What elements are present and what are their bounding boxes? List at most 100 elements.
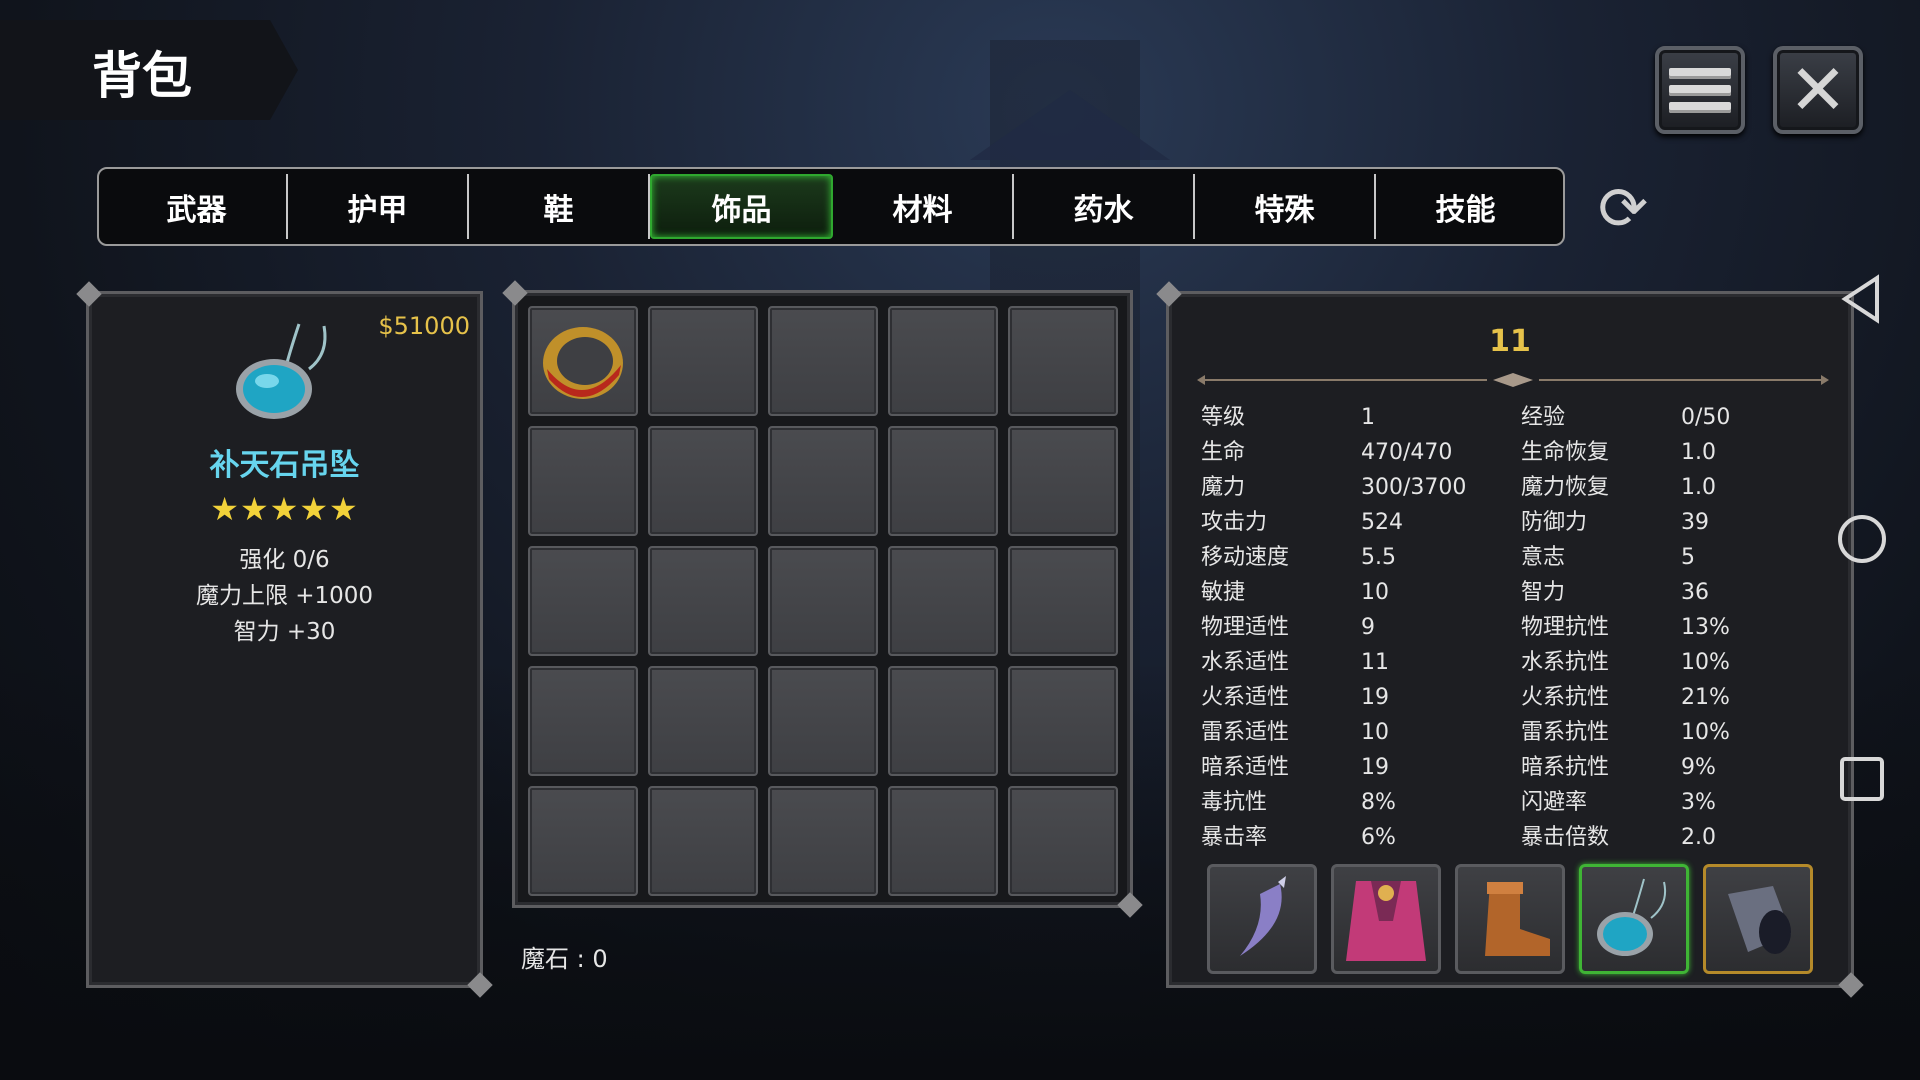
tab-special[interactable]: 特殊 <box>1195 174 1376 239</box>
ornament-divider <box>1197 373 1829 387</box>
stat-value: 21% <box>1681 685 1730 710</box>
item-enhance: 强化 0/6 <box>239 547 330 573</box>
inventory-slot[interactable] <box>528 546 638 656</box>
inventory-slot[interactable] <box>1008 786 1118 896</box>
tab-skill[interactable]: 技能 <box>1376 174 1555 239</box>
inventory-grid <box>528 306 1130 896</box>
inventory-slot[interactable] <box>1008 306 1118 416</box>
inventory-slot[interactable] <box>648 426 758 536</box>
item-name: 补天石吊坠 <box>209 448 360 483</box>
stat-value: 10 <box>1361 580 1389 605</box>
stat-value: 0/50 <box>1681 405 1731 430</box>
inventory-slot[interactable] <box>528 306 638 416</box>
stat-value: 10 <box>1361 720 1389 745</box>
stat-label: 暴击率 <box>1201 825 1268 850</box>
stat-label: 暴击倍数 <box>1521 825 1610 850</box>
inventory-slot[interactable] <box>888 306 998 416</box>
stat-label: 暗系适性 <box>1201 755 1290 780</box>
inventory-slot[interactable] <box>648 546 758 656</box>
stat-value: 9 <box>1361 615 1375 640</box>
stat-value: 3% <box>1681 790 1716 815</box>
tab-potion[interactable]: 药水 <box>1014 174 1195 239</box>
stat-value: 470/470 <box>1361 440 1453 465</box>
stat-label: 攻击力 <box>1201 510 1268 535</box>
inventory-slot[interactable] <box>888 546 998 656</box>
stat-value: 8% <box>1361 790 1396 815</box>
stat-value: 5.5 <box>1361 545 1396 570</box>
equipped-items <box>1207 864 1813 974</box>
inventory-slot[interactable] <box>528 786 638 896</box>
menu-button[interactable] <box>1655 46 1745 134</box>
stat-label: 水系抗性 <box>1521 650 1610 675</box>
inventory-slot[interactable] <box>1008 666 1118 776</box>
inventory-slot[interactable] <box>768 426 878 536</box>
inventory-slot[interactable] <box>648 306 758 416</box>
equip-slot-armor[interactable] <box>1331 864 1441 974</box>
category-tab-bar: 武器 护甲 鞋 饰品 材料 药水 特殊 技能 <box>97 167 1565 246</box>
menu-icon <box>1669 62 1731 119</box>
equip-slot-bracer[interactable] <box>1703 864 1813 974</box>
inventory-slot[interactable] <box>648 786 758 896</box>
back-nav-icon[interactable] <box>1835 272 1889 326</box>
stat-value: 300/3700 <box>1361 475 1467 500</box>
tab-shoes[interactable]: 鞋 <box>469 174 650 239</box>
item-bonus-mana: 魔力上限 +1000 <box>195 583 374 609</box>
bracer-icon <box>1728 886 1791 954</box>
stat-value: 39 <box>1681 510 1709 535</box>
stat-label: 防御力 <box>1521 510 1588 535</box>
stat-label: 魔力恢复 <box>1521 475 1610 500</box>
equip-slot-weapon[interactable] <box>1207 864 1317 974</box>
close-button[interactable]: ✕ <box>1773 46 1863 134</box>
inventory-slot[interactable] <box>768 786 878 896</box>
stat-label: 魔力 <box>1201 475 1246 500</box>
armor-icon <box>1346 881 1426 961</box>
recent-apps-nav-icon[interactable] <box>1835 752 1889 806</box>
stat-value: 19 <box>1361 685 1389 710</box>
stat-value: 11 <box>1361 650 1389 675</box>
item-bonus-int: 智力 +30 <box>233 619 336 645</box>
stat-label: 物理适性 <box>1201 615 1290 640</box>
stat-label: 生命 <box>1201 440 1246 465</box>
stat-label: 等级 <box>1201 405 1246 430</box>
inventory-slot[interactable] <box>768 306 878 416</box>
stat-label: 智力 <box>1521 580 1566 605</box>
tab-accessory[interactable]: 饰品 <box>650 174 833 239</box>
stat-label: 火系抗性 <box>1521 685 1610 710</box>
stat-label: 闪避率 <box>1521 790 1588 815</box>
equip-slot-accessory[interactable] <box>1579 864 1689 974</box>
tab-weapon[interactable]: 武器 <box>107 174 288 239</box>
pendant-icon <box>1597 878 1667 956</box>
character-stats-panel: 11 等级 1 经验 0/50 生命 470/470 生命恢复 1.0 魔力 300/3700 魔力… <box>1166 291 1854 988</box>
stat-value: 524 <box>1361 510 1403 535</box>
inventory-slot[interactable] <box>648 666 758 776</box>
stat-label: 水系适性 <box>1201 650 1290 675</box>
inventory-slot[interactable] <box>768 546 878 656</box>
stat-value: 13% <box>1681 615 1730 640</box>
stat-value: 10% <box>1681 650 1730 675</box>
stat-value: 9% <box>1681 755 1716 780</box>
stat-value: 1.0 <box>1681 440 1716 465</box>
stat-label: 敏捷 <box>1201 580 1246 605</box>
stat-value: 2.0 <box>1681 825 1716 850</box>
stat-value: 36 <box>1681 580 1709 605</box>
refresh-icon[interactable]: ⟳ <box>1590 176 1656 242</box>
stat-label: 雷系抗性 <box>1521 720 1610 745</box>
inventory-slot[interactable] <box>888 666 998 776</box>
inventory-slot[interactable] <box>768 666 878 776</box>
inventory-slot[interactable] <box>528 426 638 536</box>
inventory-slot[interactable] <box>528 666 638 776</box>
stat-label: 暗系抗性 <box>1521 755 1610 780</box>
inventory-slot[interactable] <box>1008 426 1118 536</box>
ring-icon <box>543 327 623 399</box>
tab-material[interactable]: 材料 <box>833 174 1014 239</box>
tab-armor[interactable]: 护甲 <box>288 174 469 239</box>
stat-label: 雷系适性 <box>1201 720 1290 745</box>
inventory-slot[interactable] <box>888 426 998 536</box>
inventory-slot[interactable] <box>888 786 998 896</box>
stats-table: 等级 1 经验 0/50 生命 470/470 生命恢复 1.0 魔力 300/3700 魔力恢复 1… <box>1201 400 1821 855</box>
item-price: $51000 <box>378 312 470 340</box>
home-nav-icon[interactable] <box>1835 512 1889 566</box>
inventory-panel <box>512 290 1133 908</box>
inventory-slot[interactable] <box>1008 546 1118 656</box>
equip-slot-boots[interactable] <box>1455 864 1565 974</box>
